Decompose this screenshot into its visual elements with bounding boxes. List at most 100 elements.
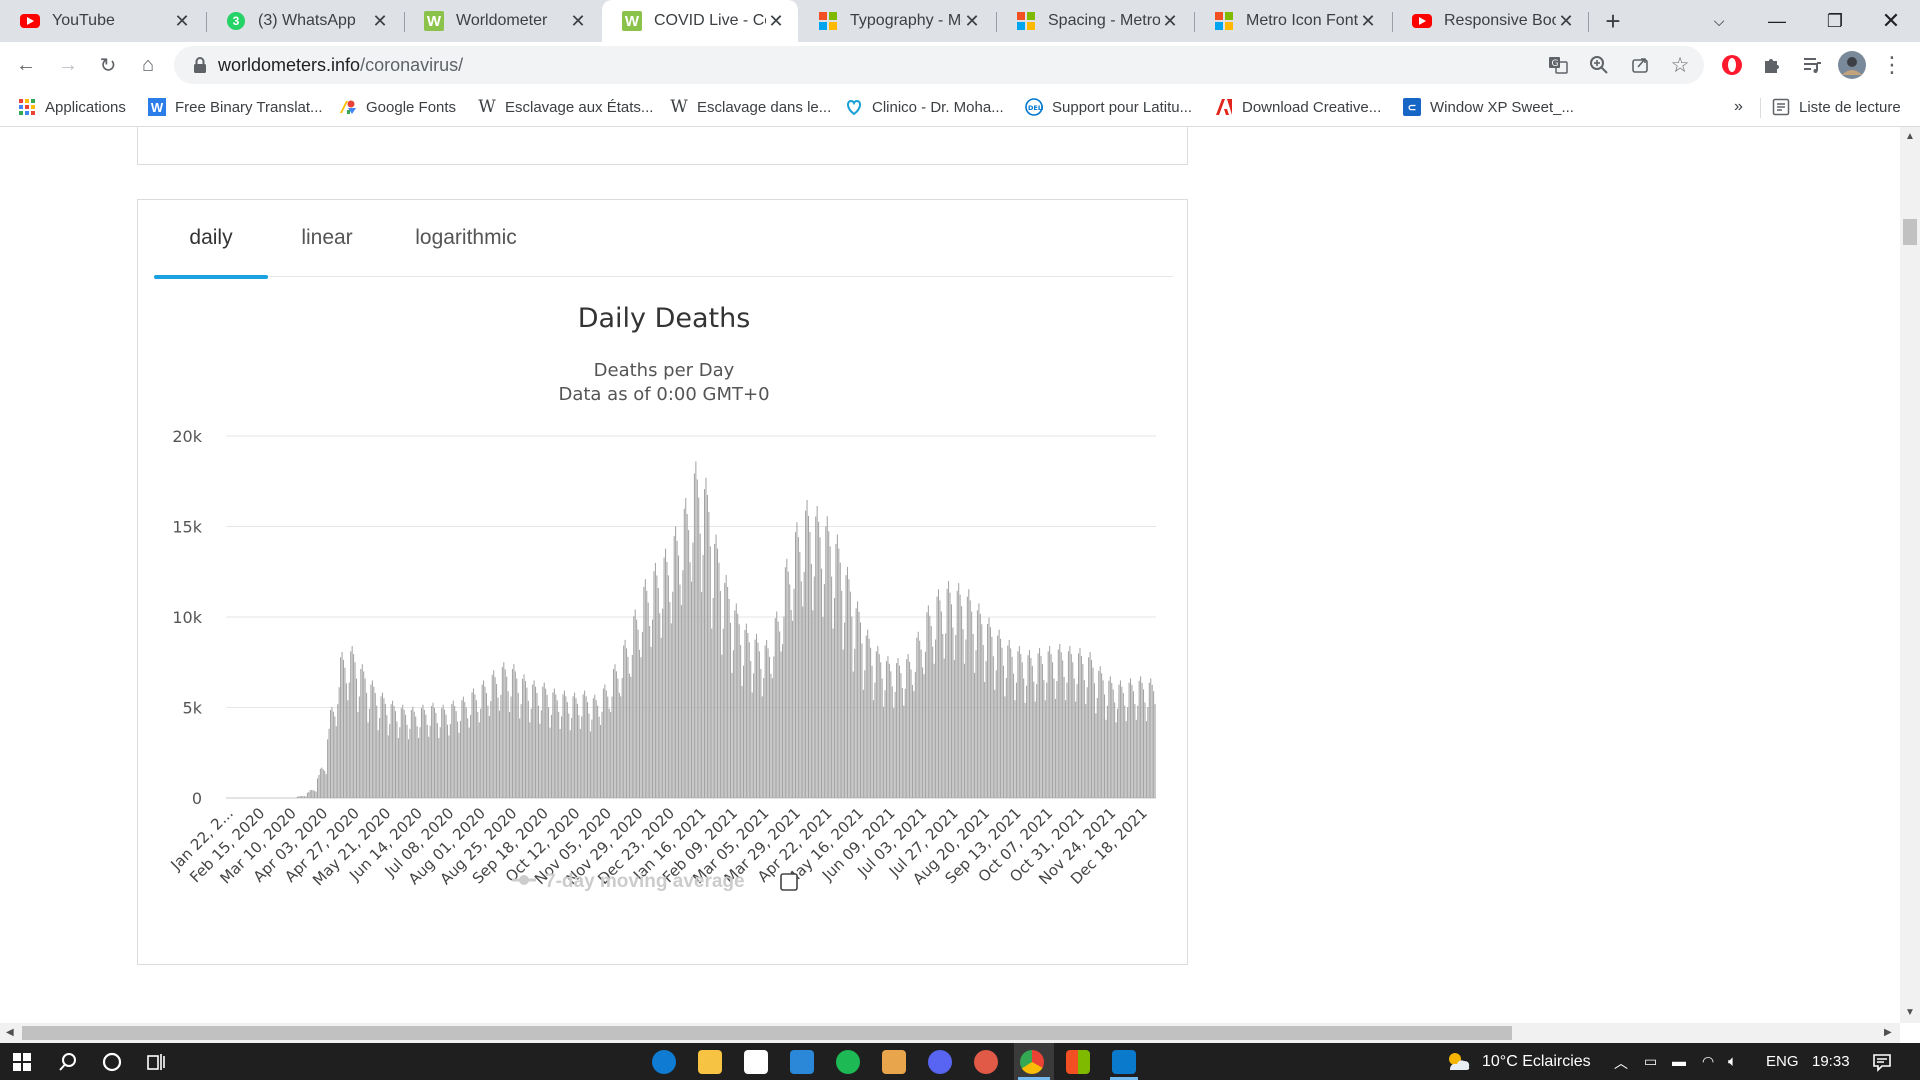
chart-bar[interactable] [1072,662,1074,798]
chart-bar[interactable] [524,680,526,798]
chart-bar[interactable] [1067,651,1069,798]
chart-bar[interactable] [665,548,667,798]
chart-bar[interactable] [673,536,675,798]
media-control-icon[interactable] [1796,49,1828,81]
chart-bar[interactable] [933,663,935,798]
chart-bar[interactable] [1011,656,1013,798]
spotify-icon[interactable] [836,1050,860,1074]
chart-bar[interactable] [838,548,840,798]
chart-bar[interactable] [857,601,859,798]
legend-7day-average[interactable]: 7-day moving average [512,871,745,892]
chart-bar[interactable] [1047,651,1049,798]
chart-bar[interactable] [1040,656,1042,798]
chart-bar[interactable] [530,708,532,798]
discord-icon[interactable] [928,1050,952,1074]
minimize-button[interactable]: — [1748,0,1806,42]
chart-bar[interactable] [552,692,554,798]
chart-bar[interactable] [1033,681,1035,798]
chart-bar[interactable] [839,562,841,798]
chart-bar[interactable] [604,684,606,798]
chart-bar[interactable] [630,676,632,798]
chart-bar[interactable] [1127,707,1129,798]
chart-bar[interactable] [389,724,391,798]
chart-bar[interactable] [776,611,778,799]
chart-bar[interactable] [613,668,615,798]
chart-bar[interactable] [901,688,903,798]
chart-bar[interactable] [935,639,937,798]
chart-bar[interactable] [744,629,746,798]
chart-bar[interactable] [546,694,548,798]
chart-bar[interactable] [314,790,316,798]
chart-bar[interactable] [865,635,867,798]
wifi-icon[interactable]: ◠ [1702,1053,1714,1070]
chart-bar[interactable] [968,589,970,798]
chart-bar[interactable] [1105,719,1107,798]
chart-bar[interactable] [807,515,810,798]
chart-bar[interactable] [513,664,515,798]
chart-bar[interactable] [698,497,700,798]
chart-bar[interactable] [1021,662,1023,798]
chart-bar[interactable] [704,489,706,798]
vertical-scroll-thumb[interactable] [1903,219,1917,245]
chart-bar[interactable] [728,598,730,798]
chart-bar[interactable] [917,631,919,798]
chart-bar[interactable] [374,693,376,798]
chart-bar[interactable] [952,627,954,798]
chart-bar[interactable] [706,494,708,798]
chart-bar[interactable] [1056,681,1058,798]
chart-bar[interactable] [659,613,661,798]
game-app-icon[interactable] [974,1050,998,1074]
bookmark-clinico[interactable]: Clinico - Dr. Moha... [845,96,1004,118]
chart-bar[interactable] [507,691,509,798]
chart-bar[interactable] [360,668,362,798]
chart-bar[interactable] [384,703,386,798]
chart-bar[interactable] [943,658,945,798]
chart-bar[interactable] [451,704,453,798]
chart-bar[interactable] [841,590,843,798]
chart-bar[interactable] [342,659,345,798]
chart-bar[interactable] [584,690,586,798]
chart-bar[interactable] [721,654,723,798]
chart-bar[interactable] [1135,719,1137,798]
opera-extension-icon[interactable] [1716,49,1748,81]
chart-bar[interactable] [410,710,412,798]
chart-bar[interactable] [364,678,366,798]
chart-bar[interactable] [712,598,714,798]
chart-bar[interactable] [1053,678,1055,798]
chart-bar[interactable] [312,790,314,798]
chart-bar[interactable] [355,678,358,798]
chart-bar[interactable] [822,616,824,798]
chart-bar[interactable] [431,706,433,798]
chart-bar[interactable] [496,683,498,798]
chart-bar[interactable] [727,586,729,798]
chart-bar[interactable] [800,581,802,798]
chart-bar[interactable] [956,590,958,798]
chart-bar[interactable] [816,506,818,798]
chart-bar[interactable] [670,623,672,798]
chart-bar[interactable] [766,639,768,798]
chart-bar[interactable] [846,566,848,798]
chart-bar[interactable] [870,647,872,798]
chart-bar[interactable] [852,671,854,798]
chart-bar[interactable] [965,639,967,798]
chart-bar[interactable] [565,696,567,798]
chart-bar[interactable] [488,715,490,798]
chart-bar[interactable] [942,633,944,798]
chart-bar[interactable] [459,721,461,798]
chart-bar[interactable] [907,654,909,798]
chart-bar[interactable] [397,738,399,798]
search-icon[interactable] [50,1047,86,1077]
chart-bar[interactable] [926,612,928,798]
chart-bar[interactable] [924,651,926,798]
chart-bar[interactable] [448,735,450,798]
chart-bar[interactable] [724,582,726,798]
battery-icon[interactable]: ▬ [1672,1053,1686,1069]
tab-whatsapp[interactable]: 3 (3) WhatsApp ✕ [206,0,402,42]
chart-bar[interactable] [1079,647,1081,798]
close-window-button[interactable]: ✕ [1862,0,1920,42]
chart-bar[interactable] [562,694,564,798]
chart-bar[interactable] [1027,655,1029,798]
chart-bar[interactable] [992,656,994,798]
chart-bar[interactable] [441,708,443,798]
chart-bar[interactable] [1145,721,1147,798]
